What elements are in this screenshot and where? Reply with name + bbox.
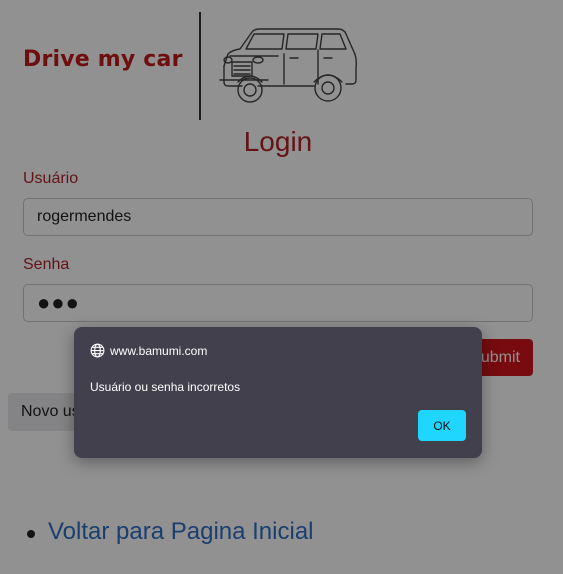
dialog-message: Usuário ou senha incorretos (90, 380, 241, 394)
ok-button-label: OK (433, 418, 451, 433)
dialog-origin: www.bamumi.com (90, 343, 207, 358)
dialog-origin-text: www.bamumi.com (110, 343, 208, 358)
ok-button[interactable]: OK (418, 410, 466, 441)
modal-overlay (0, 0, 563, 574)
globe-icon (90, 343, 105, 358)
alert-dialog: www.bamumi.com Usuário ou senha incorret… (74, 327, 482, 458)
